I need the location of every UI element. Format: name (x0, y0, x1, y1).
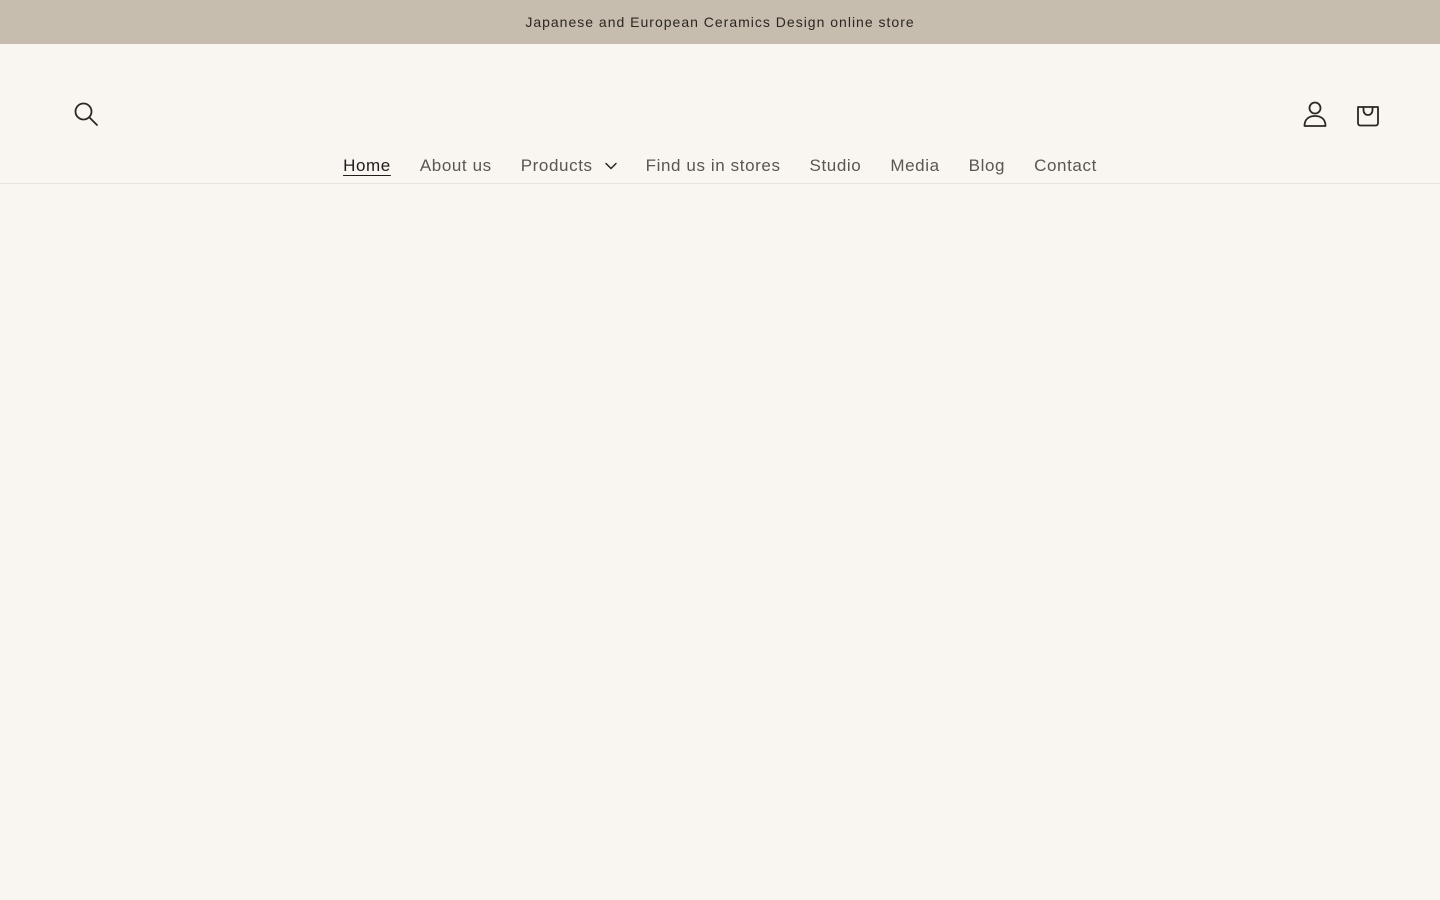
nav-item-label: Home (343, 156, 391, 175)
nav-item-label: Blog (968, 156, 1006, 175)
nav-item-about-us[interactable]: About us (405, 156, 506, 176)
nav-item-blog[interactable]: Blog (954, 156, 1019, 176)
nav-item-studio[interactable]: Studio (795, 156, 876, 176)
announcement-text: Japanese and European Ceramics Design on… (525, 14, 915, 30)
nav-item-label: Contact (1034, 156, 1097, 175)
nav-item-media[interactable]: Media (876, 156, 954, 176)
nav-item-contact[interactable]: Contact (1020, 156, 1112, 176)
main-navigation: Home About us Products Find us in stores… (0, 156, 1440, 176)
nav-item-label: Media (890, 156, 940, 175)
user-icon (1303, 101, 1327, 127)
nav-item-home[interactable]: Home (329, 156, 406, 176)
cart-icon (1357, 106, 1379, 127)
site-header: Home About us Products Find us in stores… (0, 44, 1440, 184)
account-button[interactable] (1293, 92, 1337, 136)
cart-button[interactable] (1346, 92, 1390, 136)
nav-item-products[interactable]: Products (506, 156, 631, 176)
search-button[interactable] (64, 92, 108, 136)
main-content (0, 184, 1440, 900)
nav-item-label: Find us in stores (645, 156, 781, 175)
announcement-bar: Japanese and European Ceramics Design on… (0, 0, 1440, 44)
nav-item-label: About us (419, 156, 492, 175)
nav-item-label: Products (520, 156, 593, 175)
nav-item-find-us-in-stores[interactable]: Find us in stores (631, 156, 795, 176)
search-icon (74, 102, 98, 126)
nav-item-label: Studio (809, 156, 862, 175)
chevron-down-icon (604, 162, 617, 170)
